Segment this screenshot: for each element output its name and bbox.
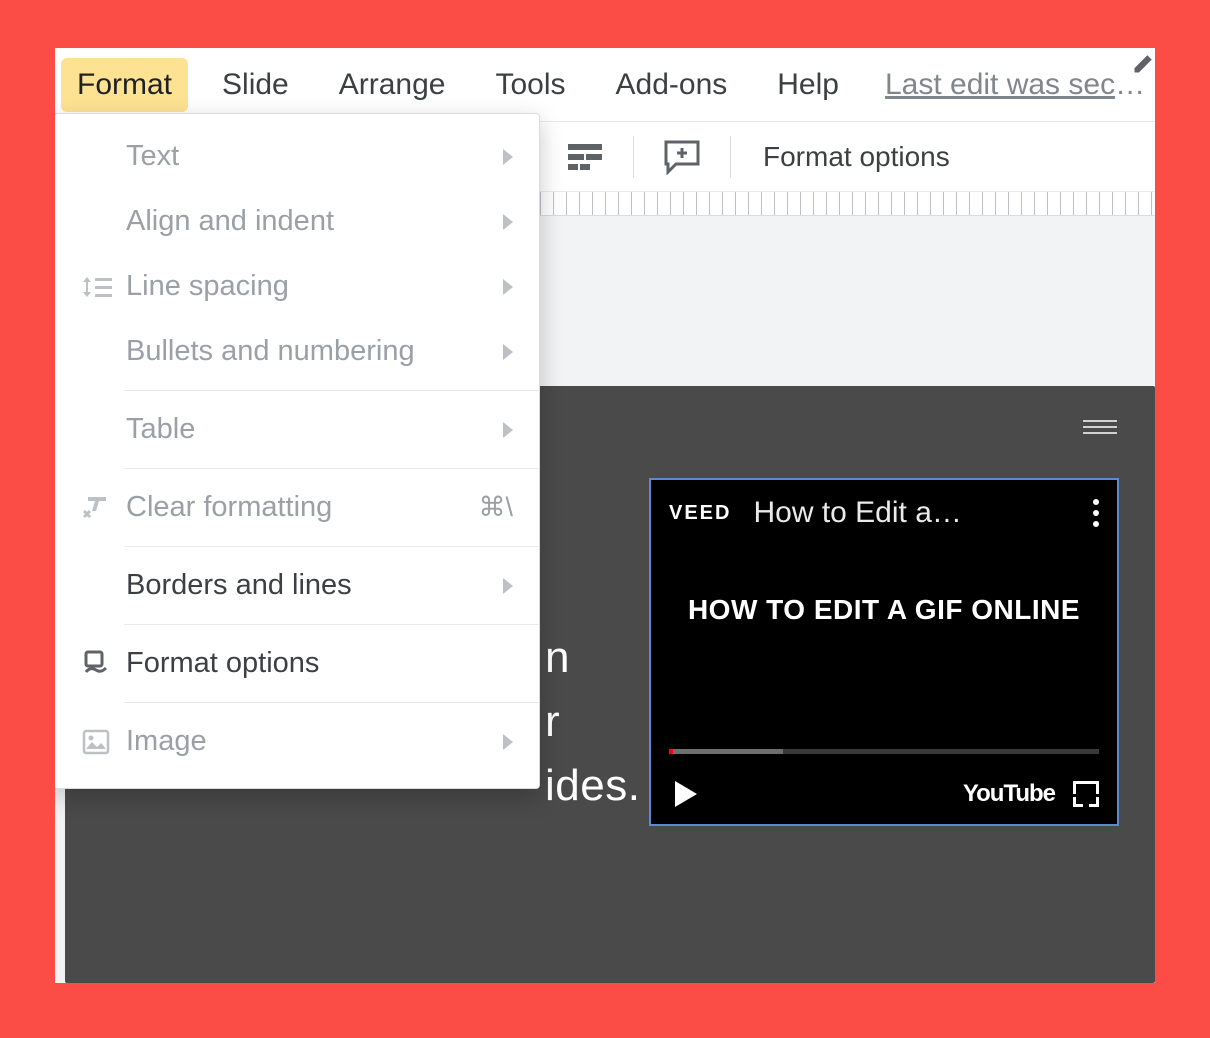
menu-item-clear-formatting[interactable]: Clear formatting ⌘\ <box>55 475 539 540</box>
format-options-icon <box>82 650 126 678</box>
menu-addons[interactable]: Add-ons <box>600 58 744 112</box>
line-spacing-icon <box>82 274 126 300</box>
menu-item-align-indent[interactable]: Align and indent <box>55 189 539 254</box>
menu-item-line-spacing[interactable]: Line spacing <box>55 254 539 319</box>
slide-body-text: n r ides. <box>545 626 640 817</box>
chevron-right-icon <box>503 344 513 360</box>
video-header: VEED How to Edit a… <box>651 480 1117 546</box>
chevron-right-icon <box>503 578 513 594</box>
youtube-logo[interactable]: YouTube <box>963 780 1055 808</box>
more-vert-icon[interactable] <box>1093 499 1099 527</box>
menu-separator <box>124 624 539 625</box>
menu-arrange[interactable]: Arrange <box>323 58 462 112</box>
menu-item-bullets[interactable]: Bullets and numbering <box>55 319 539 384</box>
video-progress[interactable] <box>669 749 1099 754</box>
shortcut-text: ⌘\ <box>478 492 513 523</box>
video-title: How to Edit a… <box>753 496 1071 530</box>
video-controls: YouTube <box>651 764 1117 824</box>
menu-tools[interactable]: Tools <box>479 58 581 112</box>
menu-item-format-options[interactable]: Format options <box>55 631 539 696</box>
clear-format-icon <box>82 495 126 521</box>
chevron-right-icon <box>503 734 513 750</box>
fullscreen-icon[interactable] <box>1073 781 1099 807</box>
video-brand-logo: VEED <box>669 502 731 525</box>
edit-pencil-icon <box>1131 48 1155 76</box>
last-edit-link[interactable]: Last edit was seconds a… <box>885 68 1149 102</box>
menu-separator <box>124 702 539 703</box>
menu-help[interactable]: Help <box>761 58 855 112</box>
chevron-right-icon <box>503 214 513 230</box>
chevron-right-icon <box>503 279 513 295</box>
menu-format[interactable]: Format <box>61 58 188 112</box>
toolbar-divider <box>730 136 731 178</box>
comment-add-icon[interactable] <box>662 137 702 177</box>
menubar: Format Slide Arrange Tools Add-ons Help … <box>55 48 1155 122</box>
image-icon <box>82 729 126 755</box>
chevron-right-icon <box>503 149 513 165</box>
chevron-right-icon <box>503 422 513 438</box>
menu-separator <box>124 546 539 547</box>
table-icon[interactable] <box>565 137 605 177</box>
menu-item-table[interactable]: Table <box>55 397 539 462</box>
menu-item-image[interactable]: Image <box>55 709 539 774</box>
app-window: Format Slide Arrange Tools Add-ons Help … <box>55 48 1155 983</box>
video-body-text: HOW TO EDIT A GIF ONLINE <box>651 594 1117 626</box>
video-embed[interactable]: VEED How to Edit a… HOW TO EDIT A GIF ON… <box>649 478 1119 826</box>
drag-handle-icon[interactable] <box>1083 420 1117 434</box>
menu-separator <box>124 468 539 469</box>
format-options-toolbar-button[interactable]: Format options <box>763 141 950 173</box>
play-icon[interactable] <box>675 781 697 807</box>
toolbar-divider <box>633 136 634 178</box>
menu-separator <box>124 390 539 391</box>
menu-item-borders-lines[interactable]: Borders and lines <box>55 553 539 618</box>
menu-item-text[interactable]: Text <box>55 124 539 189</box>
menu-slide[interactable]: Slide <box>206 58 305 112</box>
format-dropdown: Text Align and indent Line spacing Bulle… <box>55 113 540 789</box>
